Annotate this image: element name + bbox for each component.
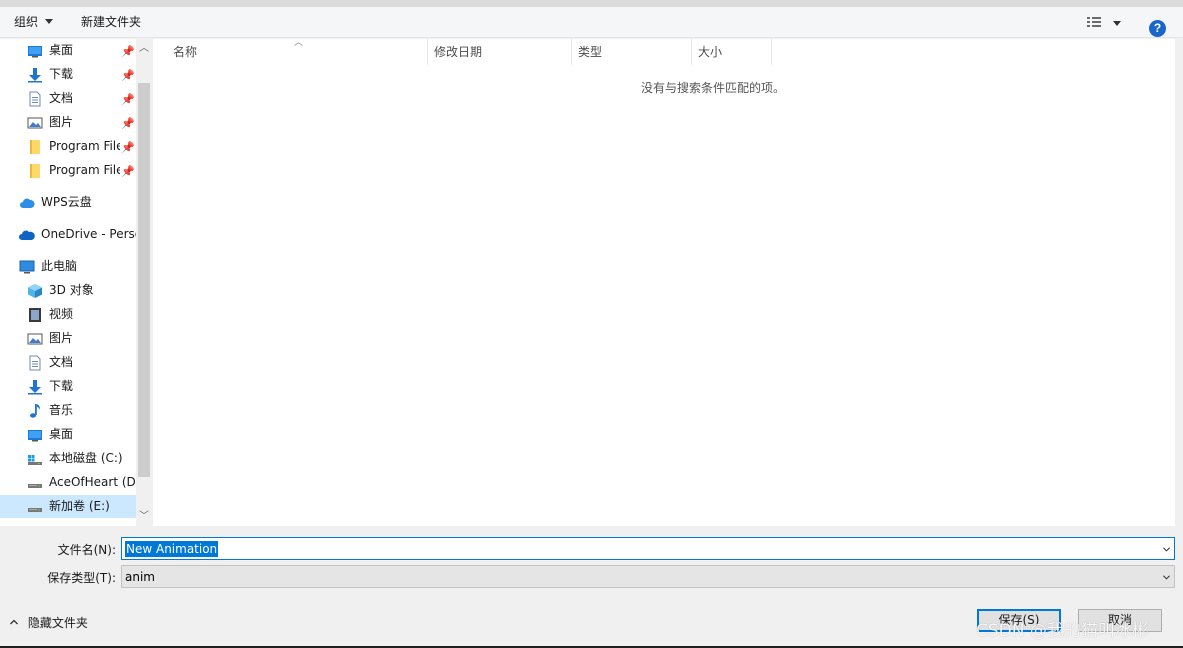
nav-item-downloads[interactable]: 下载 📌 [0, 63, 136, 86]
nav-item-label: 新加卷 (E:) [49, 499, 110, 513]
nav-item-label: AceOfHeart (D:) [49, 475, 136, 489]
music-icon [30, 404, 40, 418]
nav-scrollbar[interactable]: ︿ ﹀ [136, 39, 152, 526]
nav-item-label: Program Files [49, 163, 120, 177]
document-icon [29, 91, 41, 107]
nav-item-program-files-2[interactable]: Program Files 📌 [0, 159, 136, 182]
nav-item-videos[interactable]: 视频 [0, 303, 136, 326]
folder-icon [30, 164, 40, 178]
nav-item-label: WPS云盘 [41, 195, 92, 209]
nav-item-label: 桌面 [49, 43, 74, 57]
column-header-type[interactable]: 类型 [572, 39, 692, 65]
nav-item-label: 下载 [49, 379, 74, 393]
nav-item-label: 此电脑 [41, 259, 78, 273]
nav-item-label: Program Files [49, 139, 120, 153]
pane-edge [1175, 39, 1183, 526]
3d-objects-icon [28, 284, 42, 298]
nav-item-program-files-1[interactable]: Program Files 📌 [0, 135, 136, 158]
nav-item-label: 下载 [49, 67, 74, 81]
details-view-icon [1087, 17, 1101, 28]
pin-icon: 📌 [121, 165, 135, 178]
chevron-up-icon [10, 619, 18, 625]
nav-item-label: 视频 [49, 307, 74, 321]
download-icon [28, 68, 42, 83]
computer-icon [19, 260, 35, 274]
file-list-pane[interactable]: 名称 ︿ 修改日期 类型 大小 没有与搜索条件匹配的项。 [153, 38, 1175, 526]
hide-folders-label: 隐藏文件夹 [27, 616, 88, 630]
filename-value: New Animation [125, 541, 219, 557]
change-view-button[interactable] [1087, 15, 1127, 31]
nav-item-desktop[interactable]: 桌面 📌 [0, 39, 136, 62]
desktop-icon [28, 430, 42, 442]
nav-item-drive-e[interactable]: 新加卷 (E:) [0, 495, 136, 518]
nav-item-pictures[interactable]: 图片 📌 [0, 111, 136, 134]
sort-ascending-icon: ︿ [294, 38, 304, 48]
chevron-down-icon [1163, 575, 1170, 580]
pin-icon: 📌 [121, 93, 135, 106]
empty-results-message: 没有与搜索条件匹配的项。 [640, 81, 785, 95]
column-header-size[interactable]: 大小 [692, 39, 772, 65]
watermark-text: CSDN @我的猫叫冰彬 [976, 621, 1149, 641]
picture-icon [27, 333, 43, 345]
nav-item-label: 音乐 [49, 403, 74, 417]
nav-item-3d-objects[interactable]: 3D 对象 [0, 279, 136, 302]
download-icon [28, 380, 42, 395]
filename-label: 文件名(N): [57, 543, 116, 557]
desktop-icon [28, 46, 42, 58]
nav-item-drive-c[interactable]: 本地磁盘 (C:) [0, 447, 136, 470]
onedrive-icon [19, 230, 35, 240]
chevron-down-icon[interactable] [1163, 546, 1170, 553]
nav-item-documents[interactable]: 文档 📌 [0, 87, 136, 110]
filename-input[interactable]: New Animation [121, 537, 1175, 560]
drive-icon [28, 484, 42, 488]
filetype-select[interactable]: anim [121, 565, 1175, 588]
hide-folders-toggle[interactable]: 隐藏文件夹 [8, 614, 88, 632]
nav-item-label: 桌面 [49, 427, 74, 441]
nav-item-label: 3D 对象 [49, 283, 94, 297]
view-menu-chevron-icon [1113, 21, 1121, 26]
toolbar: 组织 新建文件夹 ? [0, 7, 1183, 38]
organize-button[interactable]: 组织 [14, 14, 54, 31]
navigation-pane[interactable]: 桌面 📌 下载 📌 文档 📌 图片 📌 Program Files 📌 Prog… [0, 39, 152, 526]
drive-icon [28, 508, 42, 512]
nav-item-wps-cloud[interactable]: WPS云盘 [0, 191, 136, 214]
window-top-strip [0, 0, 1183, 7]
nav-item-music[interactable]: 音乐 [0, 399, 136, 422]
pin-icon: 📌 [121, 117, 135, 130]
nav-item-pictures-pc[interactable]: 图片 [0, 327, 136, 350]
nav-item-onedrive[interactable]: OneDrive - Personal [0, 223, 136, 246]
document-icon [29, 355, 41, 371]
cloud-icon [20, 198, 35, 208]
scroll-down-icon[interactable]: ﹀ [139, 511, 149, 523]
pin-icon: 📌 [121, 141, 135, 154]
nav-item-label: 文档 [49, 355, 74, 369]
organize-label: 组织 [14, 15, 39, 29]
picture-icon [27, 117, 43, 129]
help-icon[interactable]: ? [1149, 20, 1166, 37]
scroll-thumb[interactable] [138, 83, 150, 477]
folder-icon [30, 140, 40, 154]
nav-item-this-pc[interactable]: 此电脑 [0, 255, 136, 278]
column-name-label: 名称 [173, 45, 198, 59]
nav-item-desktop-pc[interactable]: 桌面 [0, 423, 136, 446]
filetype-label: 保存类型(T): [47, 571, 116, 585]
nav-item-label: 本地磁盘 (C:) [49, 451, 123, 465]
pin-icon: 📌 [121, 45, 135, 58]
nav-item-downloads-pc[interactable]: 下载 [0, 375, 136, 398]
pin-icon: 📌 [121, 69, 135, 82]
scroll-up-icon[interactable]: ︿ [139, 43, 149, 55]
chevron-down-icon [45, 19, 54, 24]
nav-item-label: 图片 [49, 331, 74, 345]
video-icon [29, 308, 41, 322]
nav-item-label: 图片 [49, 115, 74, 129]
nav-item-label: OneDrive - Personal [41, 227, 136, 241]
nav-item-label: 文档 [49, 91, 74, 105]
nav-item-documents-pc[interactable]: 文档 [0, 351, 136, 374]
system-drive-icon [28, 455, 42, 465]
column-header-modified[interactable]: 修改日期 [428, 39, 572, 65]
filetype-value: anim [125, 570, 155, 584]
nav-item-drive-d[interactable]: AceOfHeart (D:) [0, 471, 136, 494]
new-folder-button[interactable]: 新建文件夹 [81, 14, 141, 31]
